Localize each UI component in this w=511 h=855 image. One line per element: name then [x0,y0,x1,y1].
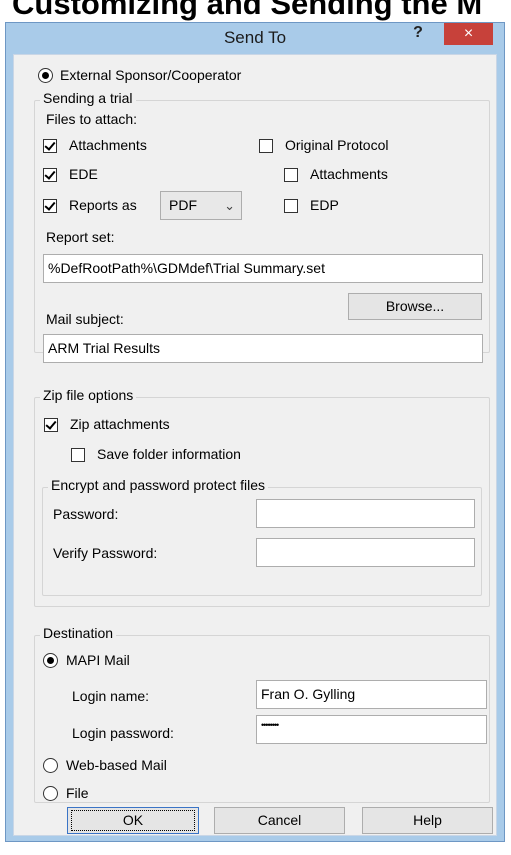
zip-attachments-label: Zip attachments [70,416,170,432]
report-set-label: Report set: [46,229,115,245]
dialog-client-area: External Sponsor/Cooperator Sending a tr… [13,54,497,836]
ede-checkbox[interactable] [43,168,57,182]
mapi-mail-label: MAPI Mail [66,652,130,668]
mapi-mail-radio[interactable] [43,653,58,668]
attachments-label: Attachments [69,137,147,153]
sending-trial-group-label: Sending a trial [40,90,136,106]
original-protocol-label: Original Protocol [285,137,389,153]
sub-attachments-label: Attachments [310,166,388,182]
external-sponsor-radio[interactable] [38,68,53,83]
close-icon[interactable]: × [444,23,493,45]
web-based-mail-label: Web-based Mail [66,757,167,773]
background-heading: Customizing and Sending the M [12,0,483,21]
login-password-field[interactable]: •••••••• [256,715,487,744]
zip-attachments-checkbox[interactable] [44,418,58,432]
attachments-checkbox[interactable] [43,139,57,153]
destination-group-label: Destination [40,625,117,641]
web-based-mail-radio[interactable] [43,758,58,773]
login-password-label: Login password: [72,725,174,741]
original-protocol-checkbox[interactable] [259,139,273,153]
reports-format-value: PDF [169,197,197,213]
external-sponsor-label: External Sponsor/Cooperator [60,67,242,83]
edp-label: EDP [310,197,339,213]
help-icon[interactable]: ? [406,24,430,46]
title-bar[interactable]: Send To ? × [6,23,504,54]
edp-checkbox[interactable] [284,199,298,213]
verify-password-field[interactable] [256,538,475,567]
sub-attachments-checkbox[interactable] [284,168,298,182]
login-name-field[interactable]: Fran O. Gylling [256,680,487,709]
send-to-dialog: Send To ? × External Sponsor/Cooperator … [5,22,505,842]
password-field[interactable] [256,499,475,528]
verify-password-label: Verify Password: [53,545,158,561]
save-folder-checkbox[interactable] [71,448,85,462]
ede-label: EDE [69,166,98,182]
password-label: Password: [53,506,119,522]
save-folder-label: Save folder information [97,446,241,462]
browse-button[interactable]: Browse... [348,293,482,320]
encrypt-group-label: Encrypt and password protect files [48,477,268,493]
files-to-attach-label: Files to attach: [46,111,138,127]
cancel-button[interactable]: Cancel [214,807,345,834]
file-radio[interactable] [43,786,58,801]
ok-button-label: OK [71,810,195,831]
login-name-label: Login name: [72,688,150,704]
ok-button[interactable]: OK [67,807,199,834]
reports-format-select[interactable]: PDF ⌄ [160,191,242,220]
zip-options-group-label: Zip file options [40,387,137,403]
help-button[interactable]: Help [362,807,493,834]
chevron-down-icon: ⌄ [224,198,235,213]
reports-as-label: Reports as [69,197,137,213]
reports-as-checkbox[interactable] [43,199,57,213]
report-set-field[interactable]: %DefRootPath%\GDMdef\Trial Summary.set [43,254,483,283]
mail-subject-label: Mail subject: [46,311,124,327]
mail-subject-field[interactable]: ARM Trial Results [43,334,483,363]
file-label: File [66,785,89,801]
